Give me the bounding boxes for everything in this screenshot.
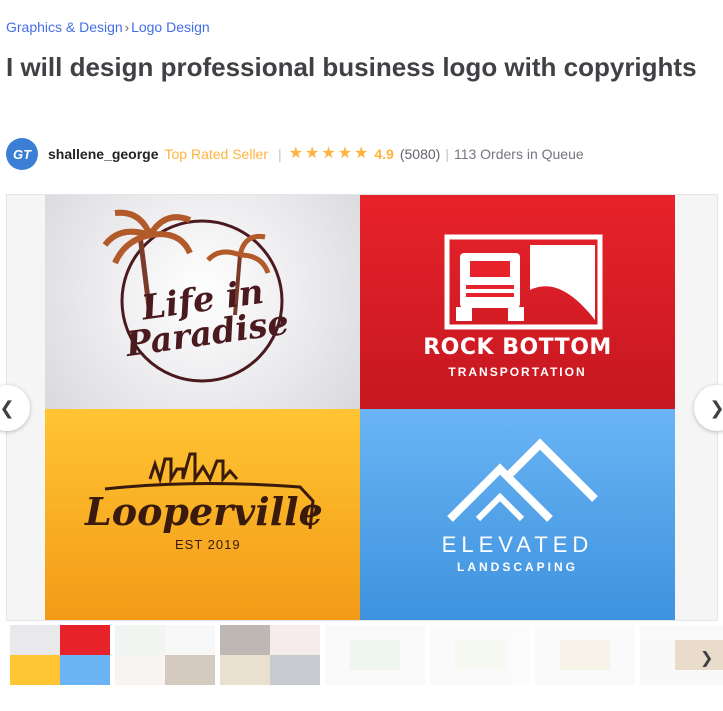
looperville-title: Looperville — [85, 489, 323, 534]
review-count[interactable]: (5080) — [400, 146, 440, 162]
gig-gallery: Life in Paradise ROCK BOTTOM TRANSPORTAT… — [6, 194, 718, 621]
rock-bottom-title: ROCK BOTTOM — [423, 335, 612, 360]
seller-level-badge: Top Rated Seller — [164, 146, 269, 162]
star-icon: ★ — [305, 145, 320, 162]
logo-sample-rock-bottom: ROCK BOTTOM TRANSPORTATION — [360, 195, 675, 409]
thumbnail[interactable] — [430, 625, 530, 685]
chevron-right-icon: ❯ — [700, 650, 714, 667]
gallery-thumbnails — [10, 625, 723, 687]
thumbnail-active[interactable] — [10, 625, 110, 685]
breadcrumb-subcategory-link[interactable]: Logo Design — [131, 19, 210, 35]
gallery-main-image[interactable]: Life in Paradise ROCK BOTTOM TRANSPORTAT… — [45, 195, 680, 620]
thumbnail[interactable] — [220, 625, 320, 685]
chevron-left-icon: ❮ — [0, 397, 15, 418]
seller-overview: GT shallene_george Top Rated Seller | ★ … — [6, 138, 584, 170]
logo-sample-elevated: ELEVATED LANDSCAPING — [360, 409, 675, 620]
star-icon: ★ — [337, 145, 353, 162]
gig-title: I will design professional business logo… — [6, 52, 697, 82]
breadcrumb-separator: › — [124, 20, 130, 35]
breadcrumb-category-link[interactable]: Graphics & Design — [6, 19, 123, 35]
logo-sample-looperville: Looperville EST 2019 — [45, 409, 360, 620]
logo-sample-paradise: Life in Paradise — [45, 195, 360, 409]
star-icon: ★ — [354, 145, 369, 162]
seller-username-link[interactable]: shallene_george — [48, 146, 159, 162]
thumbnails-next-button[interactable]: ❯ — [700, 648, 713, 668]
breadcrumb: Graphics & Design › Logo Design — [6, 19, 210, 35]
rock-bottom-subtitle: TRANSPORTATION — [448, 365, 587, 379]
mountain-icon — [447, 438, 598, 522]
elevated-subtitle: LANDSCAPING — [456, 560, 578, 574]
orders-in-queue: 113 Orders in Queue — [453, 146, 584, 162]
thumbnail[interactable] — [535, 625, 635, 685]
divider: | — [278, 146, 282, 162]
star-icon: ★ — [288, 145, 303, 162]
divider: | — [445, 146, 449, 162]
chevron-right-icon: ❯ — [709, 398, 723, 419]
thumbnail[interactable] — [115, 625, 215, 685]
looperville-est: EST 2019 — [175, 537, 241, 552]
thumbnail[interactable] — [325, 625, 425, 685]
seller-avatar[interactable]: GT — [6, 138, 38, 170]
rating-score: 4.9 — [374, 146, 394, 162]
rating-stars[interactable]: ★ ★ ★ ★ ★ — [289, 146, 371, 162]
elevated-title: ELEVATED — [441, 532, 594, 557]
star-icon: ★ — [321, 145, 336, 162]
